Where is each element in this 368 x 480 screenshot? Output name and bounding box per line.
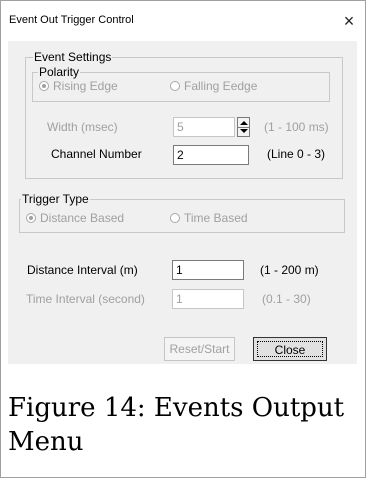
trigger-type-group: Trigger Type Distance Based Time Based (19, 192, 345, 233)
polarity-legend: Polarity (38, 65, 81, 79)
polarity-group: Polarity Rising Edge Falling Eedge (32, 65, 330, 102)
radio-unselected-icon (170, 213, 180, 223)
time-interval-range: (0.1 - 30) (262, 292, 311, 306)
trigger-type-legend: Trigger Type (21, 192, 90, 206)
spin-up-icon[interactable] (240, 121, 248, 125)
distance-interval-range: (1 - 200 m) (260, 263, 319, 277)
distance-based-label: Distance Based (40, 211, 125, 225)
event-settings-group: Event Settings Polarity Rising Edge Fall… (25, 50, 343, 179)
dialog-client-area: Event Settings Polarity Rising Edge Fall… (8, 41, 357, 364)
reset-start-button[interactable]: Reset/Start (164, 337, 235, 361)
width-input[interactable]: 5 (173, 117, 235, 137)
channel-label: Channel Number (51, 147, 142, 161)
time-based-label: Time Based (184, 211, 248, 225)
close-button-label: Close (257, 341, 323, 357)
title-bar: Event Out Trigger Control × (1, 1, 365, 41)
radio-selected-icon (26, 213, 36, 223)
dialog-window: Event Out Trigger Control × Event Settin… (0, 0, 366, 478)
time-based-radio[interactable]: Time Based (170, 211, 248, 225)
falling-edge-label: Falling Eedge (184, 79, 258, 93)
channel-input[interactable]: 2 (173, 145, 249, 165)
radio-unselected-icon (170, 81, 180, 91)
channel-range: (Line 0 - 3) (267, 147, 326, 161)
time-interval-label: Time Interval (second) (26, 292, 145, 306)
window-title: Event Out Trigger Control (9, 14, 134, 26)
event-settings-legend: Event Settings (33, 50, 113, 64)
spin-down-icon[interactable] (240, 129, 248, 133)
radio-selected-icon (39, 81, 49, 91)
distance-interval-input[interactable]: 1 (172, 260, 244, 280)
rising-edge-radio[interactable]: Rising Edge (39, 79, 118, 93)
rising-edge-label: Rising Edge (53, 79, 118, 93)
width-label: Width (msec) (47, 120, 118, 134)
figure-caption: Figure 14: Events Output Menu (8, 393, 345, 457)
close-button[interactable]: Close (253, 337, 327, 361)
width-spinner[interactable] (237, 117, 250, 137)
distance-interval-label: Distance Interval (m) (27, 263, 138, 277)
spin-divider (238, 127, 249, 128)
time-interval-input[interactable]: 1 (172, 289, 244, 309)
falling-edge-radio[interactable]: Falling Eedge (170, 79, 257, 93)
distance-based-radio[interactable]: Distance Based (26, 211, 124, 225)
close-icon[interactable]: × (337, 9, 361, 33)
width-range: (1 - 100 ms) (264, 120, 329, 134)
